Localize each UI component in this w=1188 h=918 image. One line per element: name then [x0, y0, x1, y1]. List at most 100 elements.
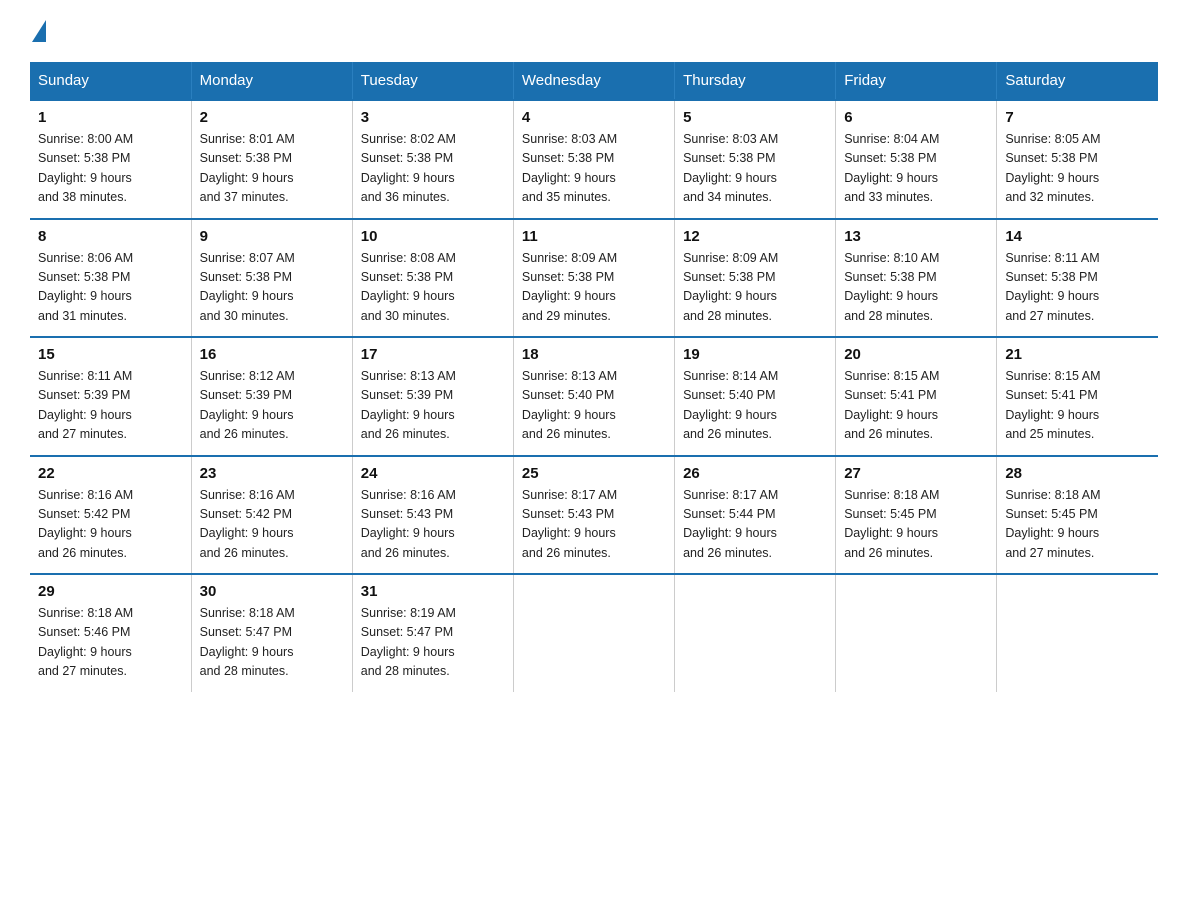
day-number: 29: [38, 583, 183, 600]
day-number: 27: [844, 465, 988, 482]
day-info: Sunrise: 8:19 AMSunset: 5:47 PMDaylight:…: [361, 604, 505, 682]
day-number: 23: [200, 465, 344, 482]
day-number: 7: [1005, 109, 1150, 126]
calendar-cell: [836, 574, 997, 692]
day-info: Sunrise: 8:04 AMSunset: 5:38 PMDaylight:…: [844, 130, 988, 208]
day-info: Sunrise: 8:02 AMSunset: 5:38 PMDaylight:…: [361, 130, 505, 208]
calendar-cell: 23 Sunrise: 8:16 AMSunset: 5:42 PMDaylig…: [191, 456, 352, 575]
calendar-cell: 24 Sunrise: 8:16 AMSunset: 5:43 PMDaylig…: [352, 456, 513, 575]
day-info: Sunrise: 8:13 AMSunset: 5:40 PMDaylight:…: [522, 367, 666, 445]
day-number: 25: [522, 465, 666, 482]
calendar-cell: 14 Sunrise: 8:11 AMSunset: 5:38 PMDaylig…: [997, 219, 1158, 338]
day-number: 26: [683, 465, 827, 482]
day-info: Sunrise: 8:03 AMSunset: 5:38 PMDaylight:…: [683, 130, 827, 208]
calendar-cell: 15 Sunrise: 8:11 AMSunset: 5:39 PMDaylig…: [30, 337, 191, 456]
day-number: 10: [361, 228, 505, 245]
day-number: 16: [200, 346, 344, 363]
day-info: Sunrise: 8:18 AMSunset: 5:47 PMDaylight:…: [200, 604, 344, 682]
day-info: Sunrise: 8:16 AMSunset: 5:42 PMDaylight:…: [200, 486, 344, 564]
calendar-cell: 25 Sunrise: 8:17 AMSunset: 5:43 PMDaylig…: [513, 456, 674, 575]
calendar-cell: 31 Sunrise: 8:19 AMSunset: 5:47 PMDaylig…: [352, 574, 513, 692]
day-number: 24: [361, 465, 505, 482]
calendar-header-row: SundayMondayTuesdayWednesdayThursdayFrid…: [30, 62, 1158, 100]
col-header-sunday: Sunday: [30, 62, 191, 100]
day-info: Sunrise: 8:05 AMSunset: 5:38 PMDaylight:…: [1005, 130, 1150, 208]
calendar-week-row: 1 Sunrise: 8:00 AMSunset: 5:38 PMDayligh…: [30, 100, 1158, 219]
calendar-cell: [513, 574, 674, 692]
calendar-cell: 2 Sunrise: 8:01 AMSunset: 5:38 PMDayligh…: [191, 100, 352, 219]
day-number: 31: [361, 583, 505, 600]
calendar-week-row: 22 Sunrise: 8:16 AMSunset: 5:42 PMDaylig…: [30, 456, 1158, 575]
day-number: 20: [844, 346, 988, 363]
calendar-cell: 13 Sunrise: 8:10 AMSunset: 5:38 PMDaylig…: [836, 219, 997, 338]
day-number: 8: [38, 228, 183, 245]
day-number: 13: [844, 228, 988, 245]
col-header-saturday: Saturday: [997, 62, 1158, 100]
col-header-thursday: Thursday: [675, 62, 836, 100]
calendar-cell: 26 Sunrise: 8:17 AMSunset: 5:44 PMDaylig…: [675, 456, 836, 575]
calendar-cell: 3 Sunrise: 8:02 AMSunset: 5:38 PMDayligh…: [352, 100, 513, 219]
day-info: Sunrise: 8:03 AMSunset: 5:38 PMDaylight:…: [522, 130, 666, 208]
calendar-cell: 19 Sunrise: 8:14 AMSunset: 5:40 PMDaylig…: [675, 337, 836, 456]
calendar-cell: 18 Sunrise: 8:13 AMSunset: 5:40 PMDaylig…: [513, 337, 674, 456]
calendar-week-row: 8 Sunrise: 8:06 AMSunset: 5:38 PMDayligh…: [30, 219, 1158, 338]
calendar-cell: 12 Sunrise: 8:09 AMSunset: 5:38 PMDaylig…: [675, 219, 836, 338]
day-number: 15: [38, 346, 183, 363]
calendar-cell: 6 Sunrise: 8:04 AMSunset: 5:38 PMDayligh…: [836, 100, 997, 219]
day-info: Sunrise: 8:12 AMSunset: 5:39 PMDaylight:…: [200, 367, 344, 445]
day-number: 4: [522, 109, 666, 126]
day-info: Sunrise: 8:15 AMSunset: 5:41 PMDaylight:…: [844, 367, 988, 445]
day-number: 21: [1005, 346, 1150, 363]
calendar-cell: 21 Sunrise: 8:15 AMSunset: 5:41 PMDaylig…: [997, 337, 1158, 456]
day-info: Sunrise: 8:11 AMSunset: 5:39 PMDaylight:…: [38, 367, 183, 445]
col-header-wednesday: Wednesday: [513, 62, 674, 100]
day-info: Sunrise: 8:17 AMSunset: 5:43 PMDaylight:…: [522, 486, 666, 564]
day-info: Sunrise: 8:08 AMSunset: 5:38 PMDaylight:…: [361, 249, 505, 327]
day-info: Sunrise: 8:09 AMSunset: 5:38 PMDaylight:…: [683, 249, 827, 327]
calendar-cell: 30 Sunrise: 8:18 AMSunset: 5:47 PMDaylig…: [191, 574, 352, 692]
calendar-cell: 29 Sunrise: 8:18 AMSunset: 5:46 PMDaylig…: [30, 574, 191, 692]
day-number: 3: [361, 109, 505, 126]
col-header-monday: Monday: [191, 62, 352, 100]
day-info: Sunrise: 8:01 AMSunset: 5:38 PMDaylight:…: [200, 130, 344, 208]
day-info: Sunrise: 8:10 AMSunset: 5:38 PMDaylight:…: [844, 249, 988, 327]
day-number: 11: [522, 228, 666, 245]
day-number: 19: [683, 346, 827, 363]
day-info: Sunrise: 8:06 AMSunset: 5:38 PMDaylight:…: [38, 249, 183, 327]
day-info: Sunrise: 8:14 AMSunset: 5:40 PMDaylight:…: [683, 367, 827, 445]
calendar-cell: [997, 574, 1158, 692]
page-header: [30, 20, 1158, 44]
day-number: 30: [200, 583, 344, 600]
calendar-week-row: 15 Sunrise: 8:11 AMSunset: 5:39 PMDaylig…: [30, 337, 1158, 456]
day-info: Sunrise: 8:07 AMSunset: 5:38 PMDaylight:…: [200, 249, 344, 327]
day-info: Sunrise: 8:15 AMSunset: 5:41 PMDaylight:…: [1005, 367, 1150, 445]
calendar-cell: [675, 574, 836, 692]
day-info: Sunrise: 8:13 AMSunset: 5:39 PMDaylight:…: [361, 367, 505, 445]
calendar-week-row: 29 Sunrise: 8:18 AMSunset: 5:46 PMDaylig…: [30, 574, 1158, 692]
day-number: 28: [1005, 465, 1150, 482]
day-number: 6: [844, 109, 988, 126]
day-info: Sunrise: 8:16 AMSunset: 5:43 PMDaylight:…: [361, 486, 505, 564]
day-info: Sunrise: 8:09 AMSunset: 5:38 PMDaylight:…: [522, 249, 666, 327]
calendar-cell: 9 Sunrise: 8:07 AMSunset: 5:38 PMDayligh…: [191, 219, 352, 338]
day-number: 5: [683, 109, 827, 126]
calendar-cell: 8 Sunrise: 8:06 AMSunset: 5:38 PMDayligh…: [30, 219, 191, 338]
day-info: Sunrise: 8:18 AMSunset: 5:46 PMDaylight:…: [38, 604, 183, 682]
col-header-tuesday: Tuesday: [352, 62, 513, 100]
day-info: Sunrise: 8:18 AMSunset: 5:45 PMDaylight:…: [844, 486, 988, 564]
calendar-cell: 17 Sunrise: 8:13 AMSunset: 5:39 PMDaylig…: [352, 337, 513, 456]
day-number: 18: [522, 346, 666, 363]
calendar-cell: 20 Sunrise: 8:15 AMSunset: 5:41 PMDaylig…: [836, 337, 997, 456]
calendar-cell: 4 Sunrise: 8:03 AMSunset: 5:38 PMDayligh…: [513, 100, 674, 219]
day-number: 2: [200, 109, 344, 126]
day-number: 1: [38, 109, 183, 126]
calendar-cell: 11 Sunrise: 8:09 AMSunset: 5:38 PMDaylig…: [513, 219, 674, 338]
day-info: Sunrise: 8:11 AMSunset: 5:38 PMDaylight:…: [1005, 249, 1150, 327]
calendar-cell: 22 Sunrise: 8:16 AMSunset: 5:42 PMDaylig…: [30, 456, 191, 575]
calendar-cell: 7 Sunrise: 8:05 AMSunset: 5:38 PMDayligh…: [997, 100, 1158, 219]
calendar-cell: 16 Sunrise: 8:12 AMSunset: 5:39 PMDaylig…: [191, 337, 352, 456]
day-number: 14: [1005, 228, 1150, 245]
calendar-cell: 27 Sunrise: 8:18 AMSunset: 5:45 PMDaylig…: [836, 456, 997, 575]
calendar-cell: 5 Sunrise: 8:03 AMSunset: 5:38 PMDayligh…: [675, 100, 836, 219]
day-info: Sunrise: 8:18 AMSunset: 5:45 PMDaylight:…: [1005, 486, 1150, 564]
